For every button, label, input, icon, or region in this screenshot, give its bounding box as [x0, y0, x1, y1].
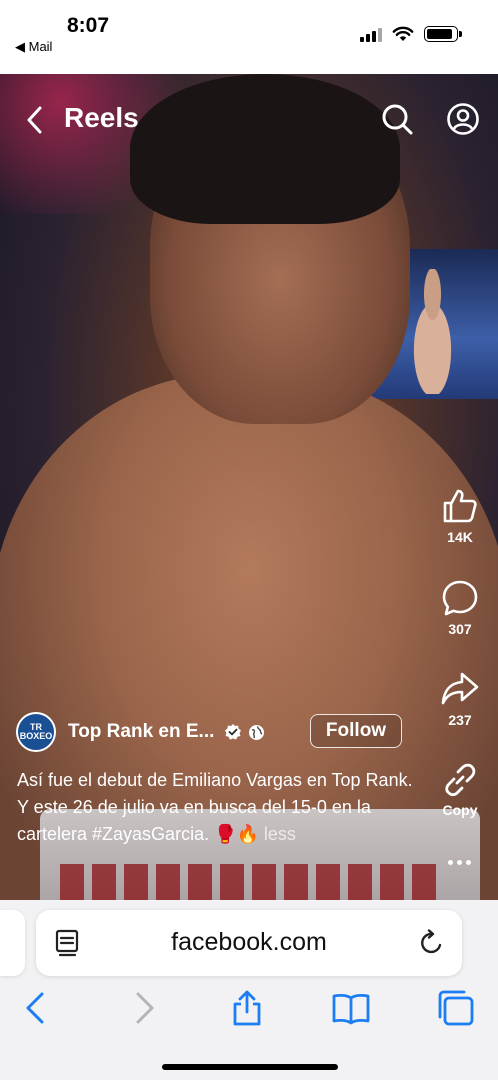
- address-bar[interactable]: [36, 910, 462, 976]
- like-count: 14K: [447, 529, 473, 545]
- copy-label: Copy: [442, 802, 478, 818]
- post-caption: Así fue el debut de Emiliano Vargas en T…: [17, 767, 417, 848]
- tabs-icon[interactable]: [436, 990, 476, 1026]
- share-icon[interactable]: [227, 990, 267, 1026]
- copy-link-button[interactable]: Copy: [432, 762, 488, 818]
- search-icon[interactable]: [380, 102, 414, 136]
- share-button[interactable]: 237: [432, 670, 488, 728]
- link-icon: [445, 763, 476, 797]
- share-arrow-icon: [441, 672, 479, 705]
- battery-level: [427, 29, 453, 39]
- more-options-button[interactable]: [448, 852, 472, 872]
- comment-count: 307: [448, 621, 472, 637]
- back-chevron-icon[interactable]: [24, 104, 46, 136]
- author-name[interactable]: Top Rank en E...: [68, 721, 214, 743]
- profile-icon[interactable]: [446, 102, 480, 136]
- fighter-hair: [130, 74, 400, 224]
- globe-icon: [249, 724, 265, 740]
- verified-badge-icon: [225, 724, 242, 740]
- more-dot: [466, 859, 471, 865]
- follow-button[interactable]: Follow: [310, 714, 402, 748]
- caption-text: Así fue el debut de Emiliano Vargas en T…: [17, 770, 413, 844]
- status-time: 8:07: [67, 14, 110, 37]
- comment-button[interactable]: 307: [432, 579, 488, 637]
- reader-icon[interactable]: [55, 929, 81, 957]
- forward-icon[interactable]: [124, 990, 164, 1026]
- avatar-text-bottom: BOXEO: [19, 731, 53, 741]
- trunks-lettering: [60, 864, 440, 900]
- avatar[interactable]: TR BOXEO: [16, 712, 56, 752]
- bookmarks-icon[interactable]: [331, 990, 371, 1026]
- cellular-signal-icon: [360, 26, 382, 42]
- share-count: 237: [448, 712, 472, 728]
- more-dot: [457, 859, 462, 865]
- back-icon[interactable]: [16, 990, 56, 1026]
- battery-icon: [424, 26, 462, 42]
- more-dot: [448, 859, 453, 865]
- wifi-icon: [392, 26, 414, 41]
- page-title: Reels: [64, 102, 139, 133]
- thumbs-up-icon: [443, 489, 477, 523]
- reload-icon[interactable]: [418, 929, 446, 957]
- less-link[interactable]: less: [264, 824, 296, 844]
- comment-bubble-icon: [442, 580, 478, 616]
- home-indicator: [162, 1064, 338, 1070]
- back-to-mail-link[interactable]: ◀ Mail: [15, 39, 52, 55]
- like-button[interactable]: 14K: [432, 487, 488, 545]
- status-icons: [360, 26, 462, 42]
- previous-tab-edge[interactable]: [0, 910, 25, 976]
- status-bar: 8:07 ◀ Mail: [0, 0, 498, 74]
